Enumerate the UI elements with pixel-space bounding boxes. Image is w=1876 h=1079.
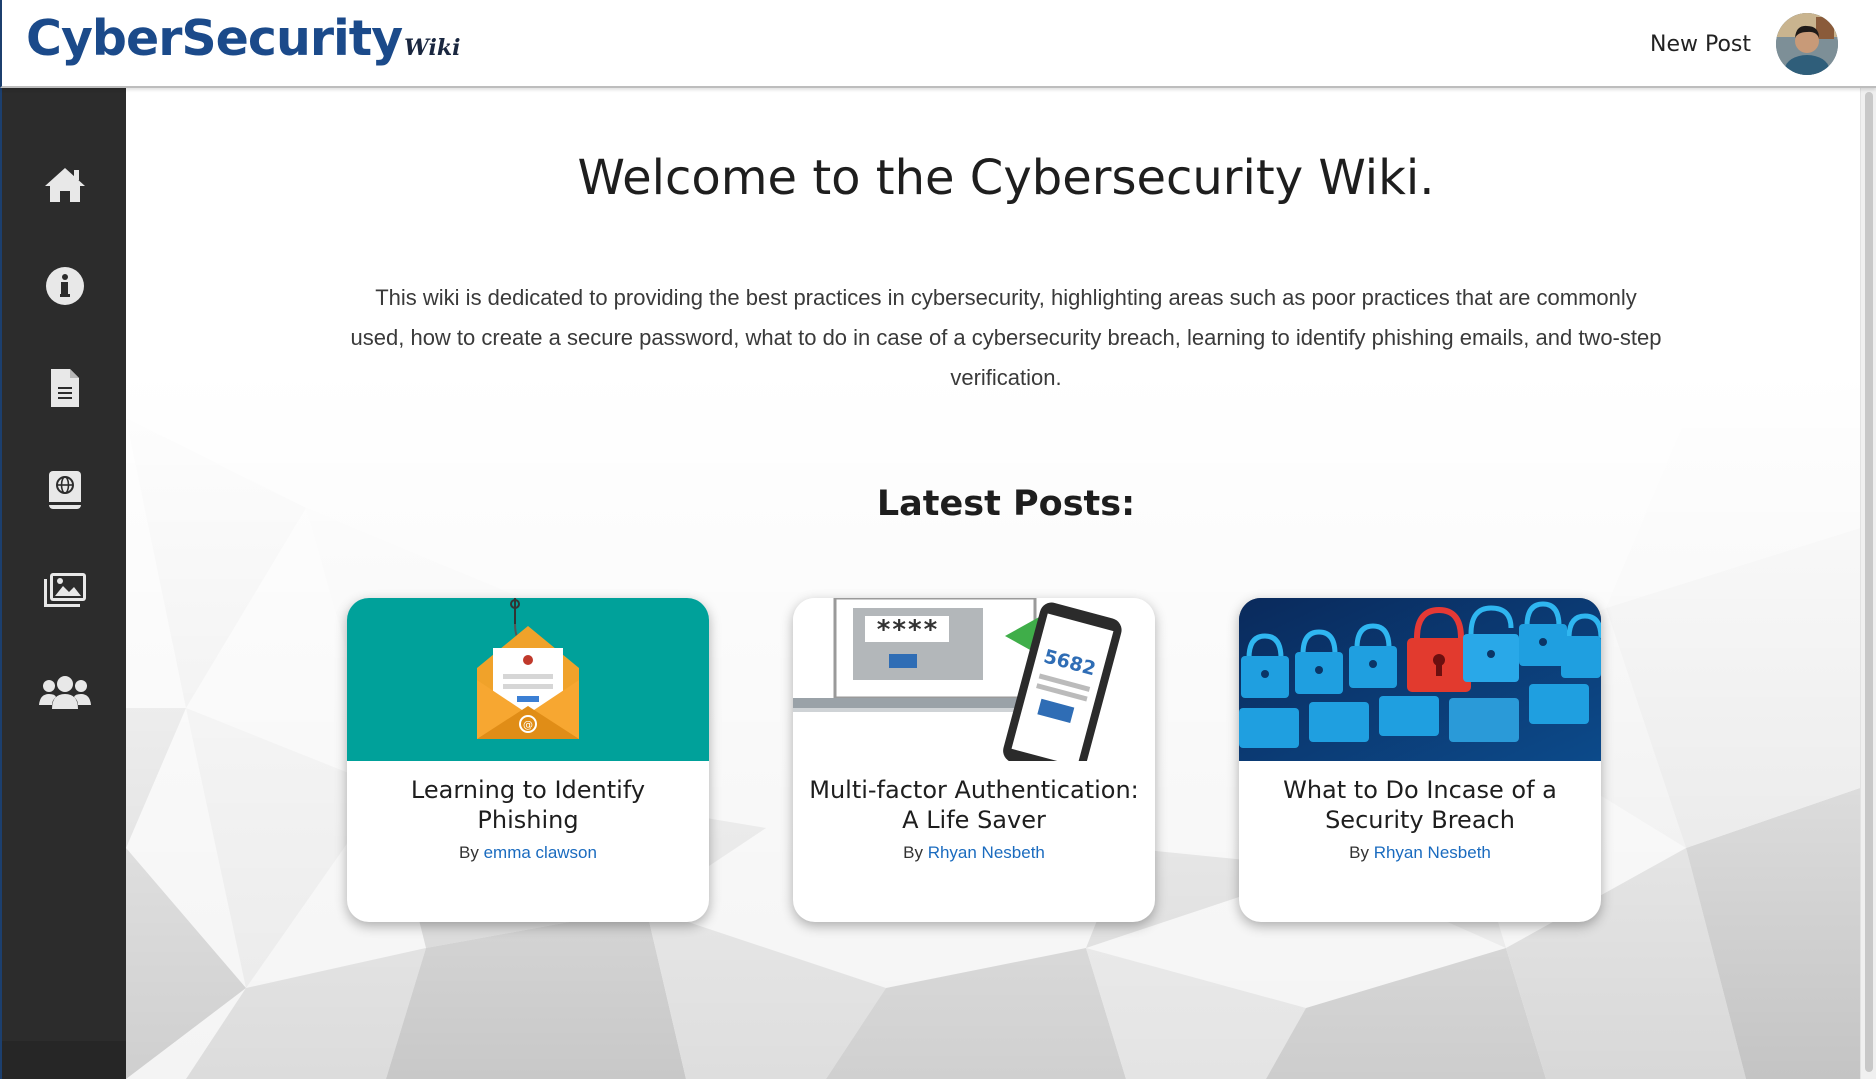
- password-mask: ****: [876, 615, 939, 645]
- logo-sub-text: Wiki: [404, 35, 461, 61]
- sidebar-item-resources[interactable]: [2, 460, 128, 520]
- scrollbar-thumb[interactable]: [1865, 92, 1873, 1072]
- images-icon: [44, 573, 86, 607]
- post-card-image: [1239, 598, 1601, 761]
- post-by-label: By: [1349, 843, 1369, 862]
- post-card[interactable]: @ Learning to Identify Phishing By emma …: [347, 598, 709, 922]
- post-by-label: By: [903, 843, 923, 862]
- post-title[interactable]: Learning to Identify Phishing: [347, 775, 709, 835]
- sidebar-item-articles[interactable]: [2, 358, 128, 418]
- sidebar-item-about[interactable]: [2, 256, 128, 316]
- latest-posts-heading: Latest Posts:: [876, 484, 1136, 524]
- post-title[interactable]: Multi-factor Authentication: A Life Save…: [793, 775, 1155, 835]
- post-byline: By Rhyan Nesbeth: [793, 843, 1155, 863]
- svg-text:@: @: [523, 720, 533, 731]
- page-scrollbar[interactable]: [1860, 88, 1876, 1079]
- users-icon: [39, 676, 91, 709]
- main-content: Welcome to the Cybersecurity Wiki. This …: [126, 88, 1860, 1079]
- post-author-link[interactable]: Rhyan Nesbeth: [928, 843, 1045, 862]
- post-card-image: **** 5682: [793, 598, 1155, 761]
- background-pattern: [126, 88, 1860, 1079]
- post-card[interactable]: What to Do Incase of a Security Breach B…: [1239, 598, 1601, 922]
- post-author-link[interactable]: emma clawson: [484, 843, 597, 862]
- logo-main-text: CyberSecurity: [26, 10, 403, 67]
- post-card-image: @: [347, 598, 709, 761]
- post-byline: By Rhyan Nesbeth: [1239, 843, 1601, 863]
- document-icon: [51, 369, 79, 407]
- top-header: CyberSecurity Wiki New Post: [0, 0, 1876, 88]
- site-logo[interactable]: CyberSecurity Wiki: [26, 14, 460, 63]
- info-icon: [46, 267, 84, 305]
- sidebar-item-community[interactable]: [2, 663, 128, 723]
- two-factor-phone-icon: **** 5682: [793, 598, 1122, 761]
- padlocks-icon: [1239, 598, 1601, 761]
- user-avatar[interactable]: [1776, 13, 1838, 75]
- home-icon: [45, 168, 85, 202]
- page-title: Welcome to the Cybersecurity Wiki.: [577, 150, 1435, 206]
- post-card[interactable]: **** 5682 Multi-factor Authentication: A…: [793, 598, 1155, 922]
- globe-book-icon: [49, 471, 81, 509]
- sidebar-item-home[interactable]: [2, 155, 128, 215]
- intro-paragraph: This wiki is dedicated to providing the …: [350, 285, 1662, 390]
- post-title[interactable]: What to Do Incase of a Security Breach: [1239, 775, 1601, 835]
- sidebar-item-gallery[interactable]: [2, 560, 128, 620]
- new-post-link[interactable]: New Post: [1650, 32, 1751, 57]
- post-byline: By emma clawson: [347, 843, 709, 863]
- sidebar: [0, 88, 128, 1079]
- sidebar-footer: [2, 1041, 128, 1079]
- post-by-label: By: [459, 843, 479, 862]
- post-author-link[interactable]: Rhyan Nesbeth: [1374, 843, 1491, 862]
- phishing-email-icon: @: [477, 598, 579, 739]
